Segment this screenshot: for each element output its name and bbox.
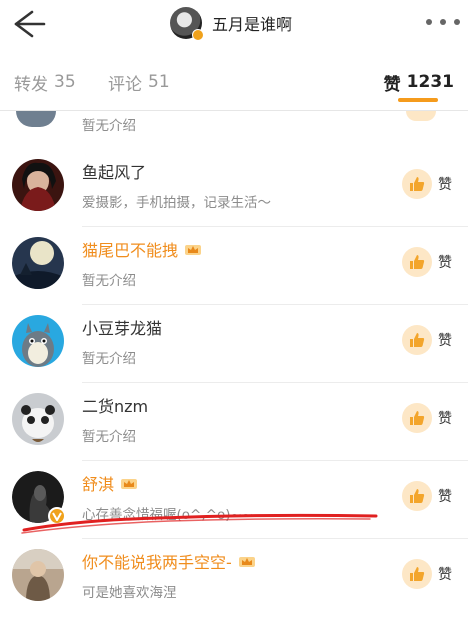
like-label: 赞 (438, 489, 452, 505)
list-item[interactable]: 小豆芽龙猫 暂无介绍 赞 (0, 305, 468, 383)
user-description: 暂无介绍 (82, 273, 136, 289)
vip-crown-icon (185, 245, 202, 255)
like-button[interactable]: 赞 (402, 559, 462, 589)
page-title: 五月是谁啊 (212, 15, 293, 34)
tab-forward-label: 转发 (14, 74, 48, 95)
tabs-divider (0, 110, 468, 111)
avatar[interactable] (12, 159, 64, 211)
like-button[interactable]: 赞 (402, 481, 462, 511)
avatar[interactable] (16, 111, 56, 127)
user-name-text: 猫尾巴不能拽 (82, 241, 179, 260)
user-description: 暂无介绍 (82, 429, 136, 445)
thumbs-up-icon (402, 559, 432, 589)
user-name-text: 二货nzm (82, 397, 149, 416)
tab-like-count: 1231 (406, 72, 454, 92)
user-name[interactable]: 鱼起风了 (82, 159, 146, 183)
user-description: 爱摄影，手机拍摄，记录生活～ (82, 195, 271, 211)
back-button[interactable] (8, 6, 48, 42)
list-item[interactable]: 二货nzm 暂无介绍 赞 (0, 383, 468, 461)
verified-badge-icon (192, 29, 204, 41)
avatar-image (12, 237, 64, 289)
tab-comment-count: 51 (148, 72, 170, 92)
dot (426, 19, 432, 25)
tab-forward[interactable]: 转发 35 (14, 62, 76, 102)
tab-like-label: 赞 (383, 74, 401, 95)
avatar[interactable] (12, 549, 64, 601)
user-description: 心存善念惜福喔(o^,^o)~~ (82, 507, 254, 523)
list-item[interactable]: 鱼起风了 爱摄影，手机拍摄，记录生活～ 赞 (0, 149, 468, 227)
like-button[interactable] (406, 111, 436, 121)
active-tab-indicator (398, 98, 438, 102)
user-name[interactable]: 舒淇 (82, 471, 138, 495)
avatar-image (12, 159, 64, 211)
avatar[interactable] (12, 237, 64, 289)
user-description: 暂无介绍 (82, 351, 136, 367)
user-name[interactable]: 二货nzm (82, 393, 148, 417)
avatar[interactable] (12, 471, 66, 525)
thumbs-up-icon (402, 325, 432, 355)
user-name-text: 你不能说我两手空空- (82, 553, 232, 572)
list-item[interactable]: 舒淇 心存善念惜福喔(o^,^o)~~ 赞 (0, 461, 468, 539)
dot (454, 19, 460, 25)
avatar-image (12, 315, 64, 367)
vip-crown-icon (238, 557, 255, 567)
thumbs-up-icon (402, 481, 432, 511)
title-avatar (170, 7, 204, 41)
thumbs-up-icon (402, 403, 432, 433)
top-nav-bar: 五月是谁啊 (0, 0, 468, 48)
like-label: 赞 (438, 333, 452, 349)
user-name[interactable]: 猫尾巴不能拽 (82, 237, 202, 261)
more-dots-icon[interactable] (426, 12, 460, 32)
avatar[interactable] (12, 393, 64, 445)
page-title-group[interactable]: 五月是谁啊 (170, 5, 292, 41)
like-button[interactable]: 赞 (402, 247, 462, 277)
list-item[interactable]: 你不能说我两手空空- 可是她喜欢海涅 赞 (0, 539, 468, 617)
tab-like[interactable]: 赞 1231 (384, 62, 454, 102)
like-button[interactable]: 赞 (402, 325, 462, 355)
avatar-image (12, 549, 64, 601)
dot (440, 19, 446, 25)
like-button[interactable]: 赞 (402, 403, 462, 433)
avatar[interactable] (12, 315, 64, 367)
like-label: 赞 (438, 567, 452, 583)
thumbs-up-icon (402, 247, 432, 277)
back-arrow-icon (14, 10, 46, 38)
user-name[interactable]: 小豆芽龙猫 (82, 315, 162, 339)
user-description: 暂无介绍 (82, 118, 136, 134)
like-button[interactable]: 赞 (402, 169, 462, 199)
like-label: 赞 (438, 255, 452, 271)
user-description: 可是她喜欢海涅 (82, 585, 177, 601)
list-item[interactable]: 猫尾巴不能拽 暂无介绍 赞 (0, 227, 468, 305)
verified-badge-icon (48, 507, 66, 525)
user-name-text: 舒淇 (82, 475, 115, 494)
thumbs-up-icon (402, 169, 432, 199)
user-name-text: 鱼起风了 (82, 163, 147, 182)
tab-forward-count: 35 (54, 72, 76, 92)
vip-crown-icon (121, 479, 138, 489)
user-name[interactable]: 你不能说我两手空空- (82, 549, 256, 573)
tab-bar: 转发 35 评论 51 赞 1231 (0, 62, 468, 102)
user-name-text: 小豆芽龙猫 (82, 319, 163, 338)
tab-comment[interactable]: 评论 51 (108, 62, 170, 102)
tab-comment-label: 评论 (108, 74, 142, 95)
like-label: 赞 (438, 177, 452, 193)
like-label: 赞 (438, 411, 452, 427)
avatar-image (12, 393, 64, 445)
